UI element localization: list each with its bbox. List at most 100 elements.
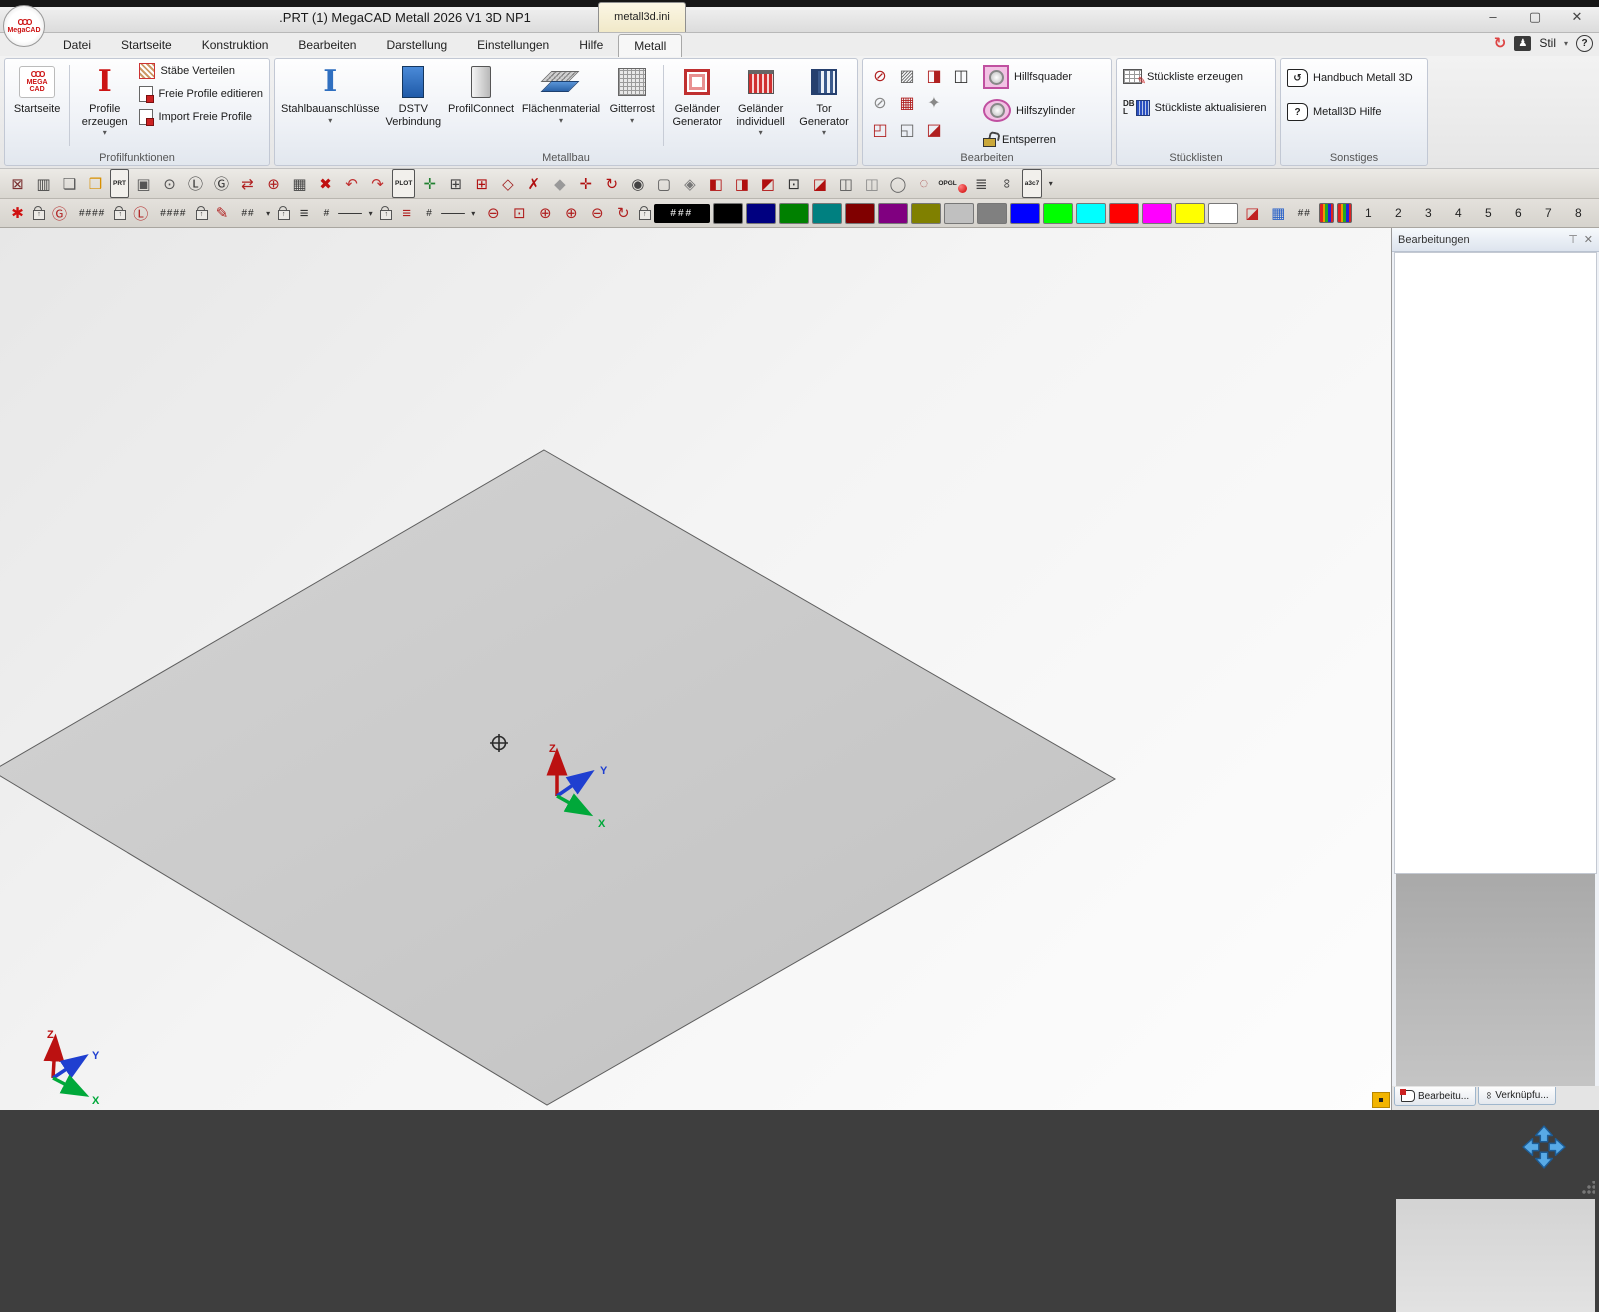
swatch-green[interactable]	[779, 203, 809, 224]
swatch-gray[interactable]	[977, 203, 1007, 224]
linewidth-lock-icon[interactable]	[379, 206, 392, 220]
plane-up-icon[interactable]: ◆	[548, 172, 571, 195]
cylinder-mesh-icon[interactable]: ◫	[834, 172, 857, 195]
viewport-corner-button[interactable]	[1372, 1092, 1390, 1108]
swap-views-icon[interactable]: ⇄	[236, 172, 259, 195]
entsperren-button[interactable]: Entsperren	[980, 130, 1078, 149]
staebe-verteilen-button[interactable]: Stäbe Verteilen	[136, 61, 266, 81]
profile-trim-icon[interactable]: ⊘	[868, 64, 892, 88]
swatch-red[interactable]	[1109, 203, 1139, 224]
ucs-axes-icon[interactable]: ✛	[418, 172, 441, 195]
axes-center-icon[interactable]: ✛	[574, 172, 597, 195]
dstv-verbindung-button[interactable]: DSTV Verbindung	[382, 61, 444, 131]
swatch-silver[interactable]	[944, 203, 974, 224]
linetype-icon[interactable]: ≡	[293, 202, 316, 225]
cylinder-clip-icon[interactable]: ◌	[912, 172, 935, 195]
refresh-icon[interactable]: ↻	[1494, 34, 1507, 52]
cube-iso-icon[interactable]: ▢	[652, 172, 675, 195]
panel-close-icon[interactable]: ✕	[1584, 233, 1593, 246]
view-1-button[interactable]: 1	[1355, 202, 1382, 225]
hierarchy-icon[interactable]: ≣	[970, 172, 993, 195]
screen-view-icon[interactable]: ⊡	[782, 172, 805, 195]
rotate-center-icon[interactable]: ◉	[626, 172, 649, 195]
add-view-cube-red-icon[interactable]: ⊞	[470, 172, 493, 195]
pen-style-icon[interactable]: ✎	[211, 202, 234, 225]
profile-erzeugen-button[interactable]: I Profile erzeugen ▾	[73, 61, 136, 140]
color-lock-icon[interactable]	[638, 206, 651, 220]
zoom-out-icon[interactable]: ⊖	[482, 202, 505, 225]
box-lift-icon[interactable]: ◰	[868, 118, 892, 142]
palette-bars2-icon[interactable]	[1337, 203, 1352, 223]
group-lock-icon[interactable]	[113, 206, 126, 220]
cube-shaded-icon[interactable]: ◈	[678, 172, 701, 195]
profilconnect-button[interactable]: ProfilConnect	[444, 61, 518, 119]
print-icon[interactable]: ▣	[132, 172, 155, 195]
page-l-red-icon[interactable]: Ⓛ	[129, 202, 152, 225]
megacad-logo-icon[interactable]: OOO MegaCAD	[3, 5, 45, 47]
menu-item-metall[interactable]: Metall	[618, 34, 682, 57]
pin-icon[interactable]: ⊤	[1568, 233, 1578, 246]
flaechenmaterial-button[interactable]: Flächenmaterial ▾	[518, 61, 604, 128]
linewidth-dropdown-icon[interactable]: ▾	[468, 202, 479, 225]
new-file-icon[interactable]: ❏	[58, 172, 81, 195]
menu-item-hilfe[interactable]: Hilfe	[564, 34, 618, 56]
view-7-button[interactable]: 7	[1535, 202, 1562, 225]
open-box-red-icon[interactable]: ◪	[808, 172, 831, 195]
swatch-teal[interactable]	[812, 203, 842, 224]
zoom-minus-icon[interactable]: ⊖	[586, 202, 609, 225]
paperclip-icon[interactable]: ∞	[996, 172, 1019, 195]
zoom-width-icon[interactable]: ⊕	[534, 202, 557, 225]
resize-grip[interactable]	[1581, 1181, 1595, 1195]
zoom-in-icon[interactable]: ⊕	[560, 202, 583, 225]
swatch-black[interactable]	[713, 203, 743, 224]
screen-colors-icon[interactable]: ▦	[1267, 202, 1290, 225]
plot-icon[interactable]: PLOT	[392, 169, 415, 198]
save-prt-icon[interactable]: PRT	[110, 169, 129, 198]
zoom-previous-icon[interactable]: ↻	[612, 202, 635, 225]
pan-arrows-icon[interactable]	[1521, 1124, 1567, 1170]
cylinder-lines-icon[interactable]: ◫	[860, 172, 883, 195]
swatch-purple[interactable]	[878, 203, 908, 224]
linewidth-icon[interactable]: ≡	[395, 202, 418, 225]
minimize-button[interactable]: –	[1485, 9, 1501, 25]
maximize-button[interactable]: ▢	[1527, 9, 1543, 25]
pen-lock-icon[interactable]	[195, 206, 208, 220]
database-save-icon[interactable]: ▥	[32, 172, 55, 195]
cylinder-trim-icon[interactable]: ⊘	[868, 91, 892, 115]
stahlbauanschluesse-button[interactable]: I Stahlbauanschlüsse ▾	[278, 61, 382, 128]
swatch-blue[interactable]	[1010, 203, 1040, 224]
swatch-olive[interactable]	[911, 203, 941, 224]
select-hatch-icon[interactable]: ⊠	[6, 172, 29, 195]
cube-hidden-red-icon[interactable]: ◨	[730, 172, 753, 195]
clamp-profile-icon[interactable]: ◱	[895, 118, 919, 142]
add-view-cube-icon[interactable]: ⊞	[444, 172, 467, 195]
stueckliste-erzeugen-button[interactable]: Stückliste erzeugen	[1120, 67, 1269, 86]
zoom-window-icon[interactable]: ⊡	[508, 202, 531, 225]
more-tools-icon[interactable]: ▾	[1045, 172, 1056, 195]
view-6-button[interactable]: 6	[1505, 202, 1532, 225]
swatch-lime[interactable]	[1043, 203, 1073, 224]
import-freie-profile-button[interactable]: Import Freie Profile	[136, 107, 266, 127]
cube-open-red-icon[interactable]: ◩	[756, 172, 779, 195]
close-button[interactable]: ✕	[1569, 9, 1585, 25]
move-plane-icon[interactable]: ◇	[496, 172, 519, 195]
zoom-screen-icon[interactable]: ⊕	[262, 172, 285, 195]
menu-item-bearbeiten[interactable]: Bearbeiten	[283, 34, 371, 56]
view-4-button[interactable]: 4	[1445, 202, 1472, 225]
document-tab[interactable]: metall3d.ini	[598, 2, 686, 32]
metall3d-hilfe-button[interactable]: ? Metall3D Hilfe	[1284, 101, 1416, 123]
gitterrost-button[interactable]: Gitterrost ▾	[604, 61, 660, 128]
plate-arrow-icon[interactable]: ◪	[922, 118, 946, 142]
eraser-icon[interactable]: ◪	[1241, 202, 1264, 225]
bolt-grid-icon[interactable]: ▦	[895, 91, 919, 115]
freie-profile-editieren-button[interactable]: Freie Profile editieren	[136, 84, 266, 104]
menu-item-startseite[interactable]: Startseite	[106, 34, 187, 56]
plate-stack-icon[interactable]: ◨	[922, 64, 946, 88]
gelaender-individuell-button[interactable]: Geländer individuell ▾	[727, 61, 794, 140]
stil-label[interactable]: Stil	[1539, 36, 1556, 50]
grid-screen-icon[interactable]: ▦	[288, 172, 311, 195]
menu-item-einstellungen[interactable]: Einstellungen	[462, 34, 564, 56]
menu-item-datei[interactable]: Datei	[48, 34, 106, 56]
menu-item-darstellung[interactable]: Darstellung	[371, 34, 462, 56]
tab-verknuepfungen[interactable]: ∞ Verknüpfu...	[1478, 1087, 1556, 1105]
